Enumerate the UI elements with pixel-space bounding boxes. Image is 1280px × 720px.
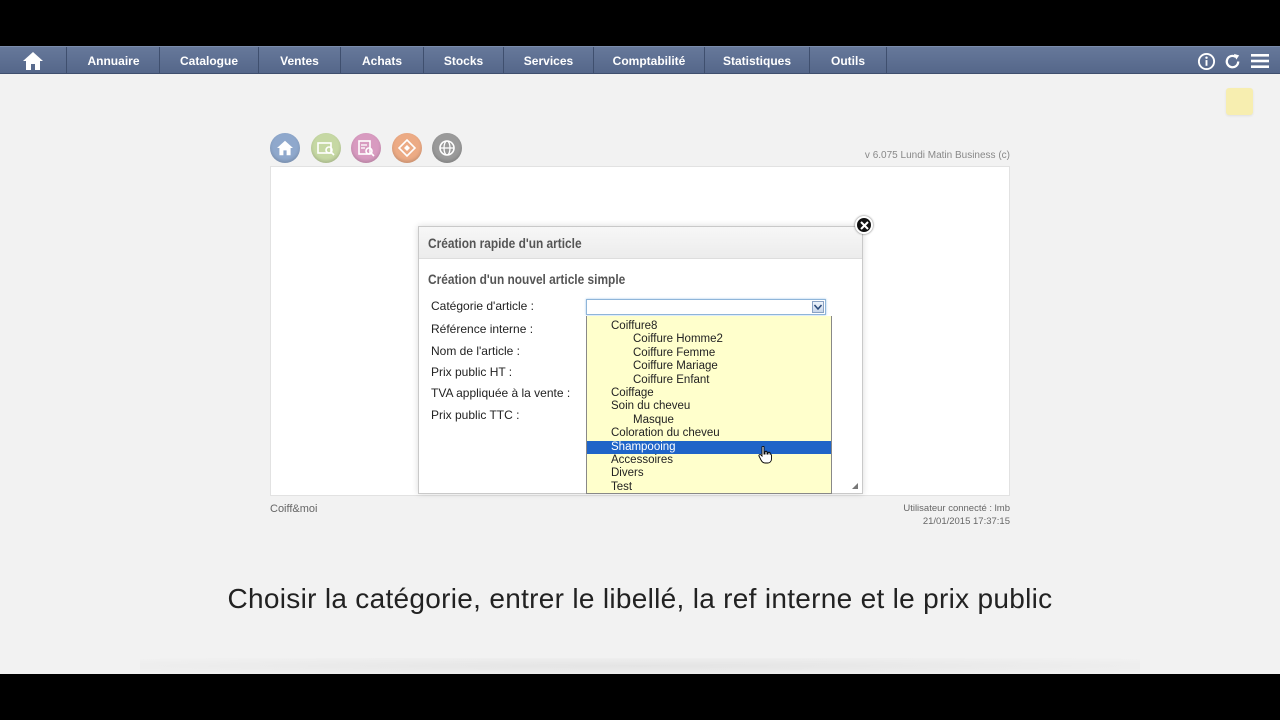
nav-item-statistiques[interactable]: Statistiques (705, 47, 810, 74)
field-label-article-name: Nom de l'article : (431, 344, 520, 358)
nav-item-ventes[interactable]: Ventes (259, 47, 341, 74)
menu-icon (1251, 54, 1269, 68)
dropdown-option[interactable]: Masque (587, 414, 831, 427)
nav-item-services[interactable]: Services (504, 47, 594, 74)
dialog-header: Création rapide d'un article (419, 227, 862, 259)
info-icon (1197, 52, 1215, 70)
document-search-icon (358, 140, 375, 157)
home-icon (277, 140, 293, 156)
catalog-search-icon (317, 142, 335, 156)
dialog-subtitle: Création d'un nouvel article simple (428, 271, 626, 287)
company-name: Coiff&moi (270, 503, 318, 515)
dropdown-option[interactable]: Coloration du cheveu (587, 427, 831, 440)
bottom-shade (140, 658, 1140, 674)
field-label-category: Catégorie d'article : (431, 299, 535, 313)
dropdown-option[interactable]: Coiffure8 (587, 320, 831, 333)
sales-icon (398, 139, 416, 157)
quick-article-dialog: Création rapide d'un article Création d'… (418, 226, 863, 494)
dropdown-option[interactable]: Divers (587, 467, 831, 480)
close-icon (859, 220, 869, 230)
info-button[interactable] (1196, 51, 1216, 71)
globe-icon (439, 140, 455, 156)
nav-item-stocks[interactable]: Stocks (424, 47, 504, 74)
dropdown-option[interactable]: Test (587, 481, 831, 493)
category-select[interactable] (586, 299, 826, 315)
nav-home-button[interactable] (0, 47, 67, 74)
nav-item-comptabilite[interactable]: Comptabilité (594, 47, 705, 74)
connected-user: Utilisateur connecté : lmb (903, 503, 1010, 514)
toolbar-document-search-button[interactable] (351, 133, 381, 163)
select-arrow-button[interactable] (812, 301, 824, 313)
session-datetime: 21/01/2015 17:37:15 (922, 516, 1010, 527)
dialog-title: Création rapide d'un article (428, 235, 582, 251)
home-icon (23, 51, 43, 70)
field-label-internal-ref: Référence interne : (431, 322, 534, 336)
refresh-button[interactable] (1222, 51, 1242, 71)
category-select-value (587, 304, 590, 316)
dropdown-option[interactable]: Soin du cheveu (587, 400, 831, 413)
dropdown-option[interactable]: Coiffure Enfant (587, 374, 831, 387)
chevron-down-icon (814, 304, 822, 310)
dropdown-option[interactable]: Coiffure Homme2 (587, 333, 831, 346)
dropdown-option[interactable]: Coiffure Femme (587, 347, 831, 360)
dropdown-option[interactable]: Coiffage (587, 387, 831, 400)
hand-cursor-icon (758, 446, 772, 464)
top-navbar: Annuaire Catalogue Ventes Achats Stocks … (0, 46, 1280, 74)
resize-grip-icon[interactable] (851, 482, 859, 490)
session-info: Utilisateur connecté : lmb 21/01/2015 17… (810, 502, 1010, 528)
nav-item-outils[interactable]: Outils (810, 47, 887, 74)
field-label-price-ttc: Prix public TTC : (431, 408, 520, 422)
video-caption: Choisir la catégorie, entrer le libellé,… (227, 583, 1053, 614)
nav-item-annuaire[interactable]: Annuaire (68, 47, 160, 74)
sticky-note[interactable] (1226, 88, 1253, 115)
category-dropdown-list[interactable]: Coiffure8 Coiffure Homme2 Coiffure Femme Co… (586, 316, 832, 494)
toolbar-sales-button[interactable] (392, 133, 422, 163)
dropdown-option[interactable]: Accessoires (587, 454, 831, 467)
dropdown-option[interactable]: Shampooing (587, 440, 831, 454)
nav-item-achats[interactable]: Achats (341, 47, 424, 74)
app-screen: Annuaire Catalogue Ventes Achats Stocks … (0, 46, 1280, 674)
dialog-close-button[interactable] (855, 216, 873, 234)
version-label: v 6.075 Lundi Matin Business (c) (864, 150, 1010, 161)
dropdown-option[interactable]: Coiffure Mariage (587, 360, 831, 373)
field-label-price-ht: Prix public HT : (431, 365, 513, 379)
toolbar-web-button[interactable] (432, 133, 462, 163)
nav-item-catalogue[interactable]: Catalogue (160, 47, 259, 74)
refresh-icon (1225, 53, 1239, 68)
field-label-vat: TVA appliquée à la vente : (431, 386, 571, 400)
toolbar-catalog-button[interactable] (311, 133, 341, 163)
menu-button[interactable] (1250, 51, 1270, 71)
toolbar-home-button[interactable] (270, 133, 300, 163)
